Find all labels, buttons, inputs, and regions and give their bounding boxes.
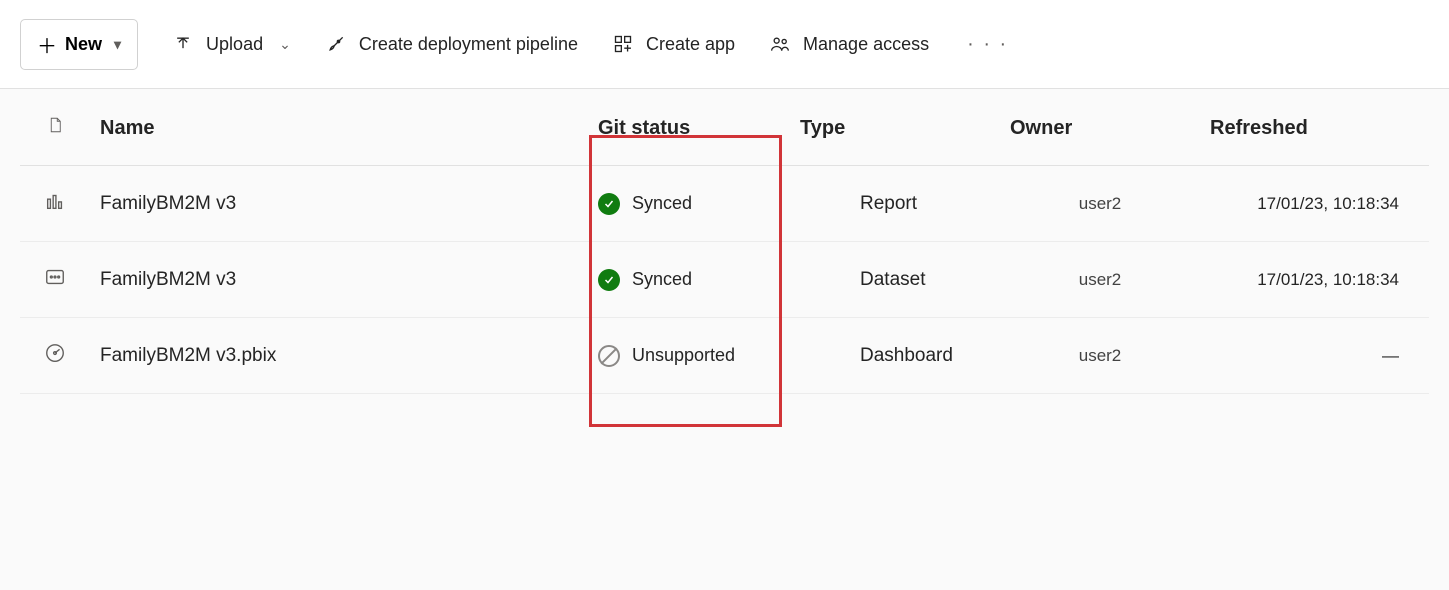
git-status-cell: Synced — [598, 193, 790, 215]
file-icon — [46, 118, 64, 140]
unsupported-icon — [598, 345, 620, 367]
people-icon — [769, 33, 791, 55]
item-type: Dashboard — [800, 318, 1000, 394]
dataset-icon — [44, 272, 66, 292]
create-pipeline-button[interactable]: Create deployment pipeline — [325, 33, 578, 55]
check-circle-icon — [598, 193, 620, 215]
column-header-icon[interactable] — [20, 89, 90, 166]
column-header-type[interactable]: Type — [800, 89, 1000, 166]
create-app-button[interactable]: Create app — [612, 33, 735, 55]
report-icon — [44, 196, 66, 216]
item-type: Dataset — [800, 242, 1000, 318]
item-refreshed: 17/01/23, 10:18:34 — [1200, 242, 1429, 318]
chevron-down-icon: ▾ — [114, 36, 121, 53]
table-row[interactable]: FamilyBM2M v3 Synced Datasetuser217/01/23,… — [20, 242, 1429, 318]
plus-icon: ＋ — [37, 30, 57, 59]
more-button[interactable]: · · · — [963, 33, 1012, 56]
column-header-git-status[interactable]: Git status — [570, 89, 800, 166]
item-name: FamilyBM2M v3 — [90, 166, 570, 242]
create-pipeline-label: Create deployment pipeline — [359, 34, 578, 55]
item-refreshed: 17/01/23, 10:18:34 — [1200, 166, 1429, 242]
new-button[interactable]: ＋ New ▾ — [20, 19, 138, 70]
command-bar: ＋ New ▾ Upload ⌄ Create deployment pipel… — [0, 0, 1449, 89]
item-name: FamilyBM2M v3.pbix — [90, 318, 570, 394]
workspace-content: Name Git status Type Owner Refreshed Fam… — [0, 89, 1449, 394]
manage-access-label: Manage access — [803, 34, 929, 55]
git-status-cell: Synced — [598, 269, 790, 291]
column-header-name[interactable]: Name — [90, 89, 570, 166]
dashboard-icon — [44, 348, 66, 368]
item-owner: user2 — [1000, 242, 1200, 318]
git-status-label: Unsupported — [632, 345, 735, 366]
item-type: Report — [800, 166, 1000, 242]
item-refreshed: — — [1200, 318, 1429, 394]
git-status-cell: Unsupported — [598, 345, 790, 367]
upload-label: Upload — [206, 34, 263, 55]
new-button-label: New — [65, 34, 102, 55]
upload-button[interactable]: Upload ⌄ — [172, 33, 291, 55]
item-owner: user2 — [1000, 318, 1200, 394]
item-name: FamilyBM2M v3 — [90, 242, 570, 318]
table-row[interactable]: FamilyBM2M v3 Synced Reportuser217/01/23, … — [20, 166, 1429, 242]
git-status-label: Synced — [632, 193, 692, 214]
rocket-icon — [325, 33, 347, 55]
git-status-label: Synced — [632, 269, 692, 290]
column-header-refreshed[interactable]: Refreshed — [1200, 89, 1429, 166]
items-table: Name Git status Type Owner Refreshed Fam… — [20, 89, 1429, 394]
create-app-label: Create app — [646, 34, 735, 55]
app-grid-icon — [612, 33, 634, 55]
upload-icon — [172, 33, 194, 55]
table-row[interactable]: FamilyBM2M v3.pbix Unsupported Dashboardus… — [20, 318, 1429, 394]
item-owner: user2 — [1000, 166, 1200, 242]
manage-access-button[interactable]: Manage access — [769, 33, 929, 55]
check-circle-icon — [598, 269, 620, 291]
chevron-down-icon: ⌄ — [279, 36, 291, 53]
column-header-owner[interactable]: Owner — [1000, 89, 1200, 166]
